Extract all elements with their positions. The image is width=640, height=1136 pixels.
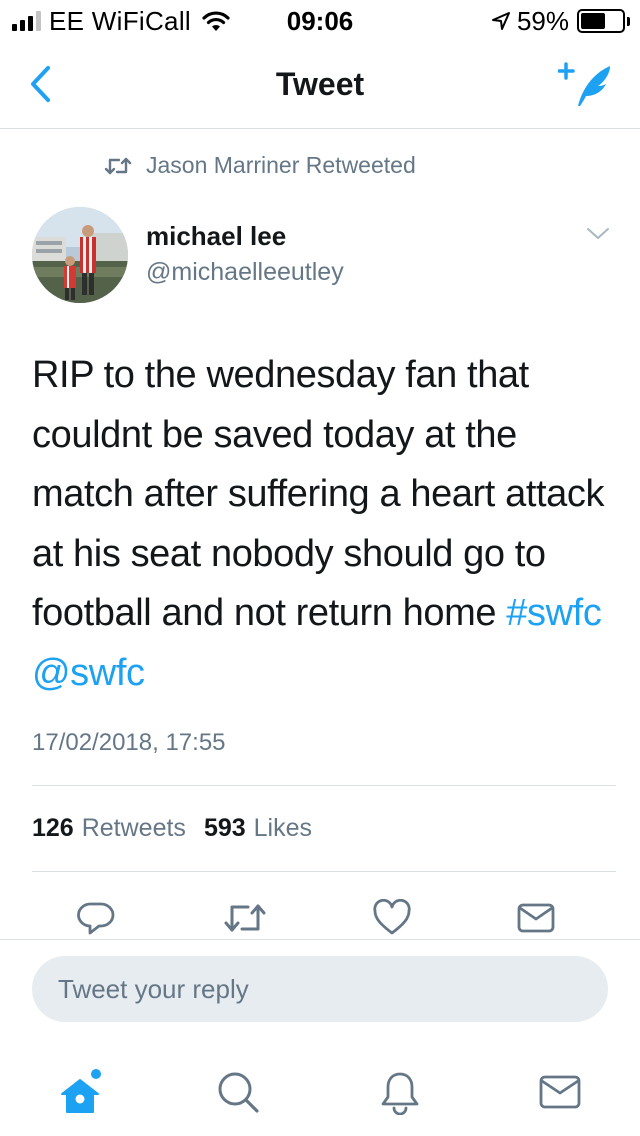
avatar[interactable]: [32, 207, 128, 303]
retweet-icon: [224, 904, 266, 932]
retweets-label[interactable]: Retweets: [82, 814, 186, 843]
battery-percent: 59%: [516, 5, 569, 36]
like-icon: [373, 899, 411, 935]
battery-tip: [627, 16, 630, 26]
compose-tweet-button[interactable]: [557, 60, 614, 110]
divider: [0, 939, 640, 940]
mention-link[interactable]: @swfc: [32, 652, 145, 694]
notifications-icon: [381, 1072, 419, 1115]
battery-icon: [577, 9, 625, 33]
search-icon: [218, 1072, 259, 1113]
tweet-timestamp: 17/02/2018, 17:55: [32, 729, 226, 756]
home-icon: [61, 1069, 101, 1113]
nav-bar: Tweet: [0, 40, 640, 129]
location-arrow-icon: [491, 12, 510, 30]
tab-home[interactable]: [50, 1062, 110, 1122]
tab-notifications[interactable]: [370, 1062, 430, 1122]
divider: [32, 785, 616, 786]
reply-input[interactable]: Tweet your reply: [32, 956, 608, 1022]
hashtag-link[interactable]: #swfc: [506, 592, 602, 634]
tab-bar: [0, 1048, 640, 1136]
chevron-down-icon[interactable]: [586, 226, 610, 242]
retweet-count[interactable]: 126: [32, 814, 74, 843]
divider: [32, 871, 616, 872]
like-button[interactable]: [370, 896, 414, 940]
reply-icon: [77, 902, 115, 935]
retweeted-by-label: Jason Marriner Retweeted: [146, 152, 416, 178]
like-count[interactable]: 593: [204, 814, 246, 843]
tweet-author[interactable]: michael lee @michaelleeutley: [146, 221, 344, 287]
status-bar-right: 59%: [491, 5, 630, 36]
author-handle: @michaelleeutley: [146, 258, 344, 286]
avatar-image: [32, 207, 128, 303]
reply-button[interactable]: [75, 896, 119, 940]
retweet-button[interactable]: [223, 896, 267, 940]
tab-search[interactable]: [208, 1062, 268, 1122]
tweet-actions: [0, 896, 640, 940]
status-bar: EE WiFiCall 09:06 59%: [0, 0, 640, 40]
tweet-stats: 126 Retweets 593 Likes: [32, 814, 330, 843]
retweeted-by-header[interactable]: Jason Marriner Retweeted: [104, 152, 416, 179]
author-name: michael lee: [146, 221, 287, 251]
compose-tweet-icon: [557, 62, 610, 106]
share-icon: [517, 903, 555, 933]
page-title: Tweet: [275, 66, 365, 102]
likes-label[interactable]: Likes: [254, 814, 312, 843]
messages-icon: [539, 1075, 581, 1109]
tweet-text: RIP to the wednesday fan that couldnt be…: [32, 346, 612, 703]
reply-placeholder: Tweet your reply: [58, 974, 249, 1004]
share-button[interactable]: [514, 896, 558, 940]
retweet-icon: [104, 157, 132, 174]
tab-messages[interactable]: [530, 1062, 590, 1122]
